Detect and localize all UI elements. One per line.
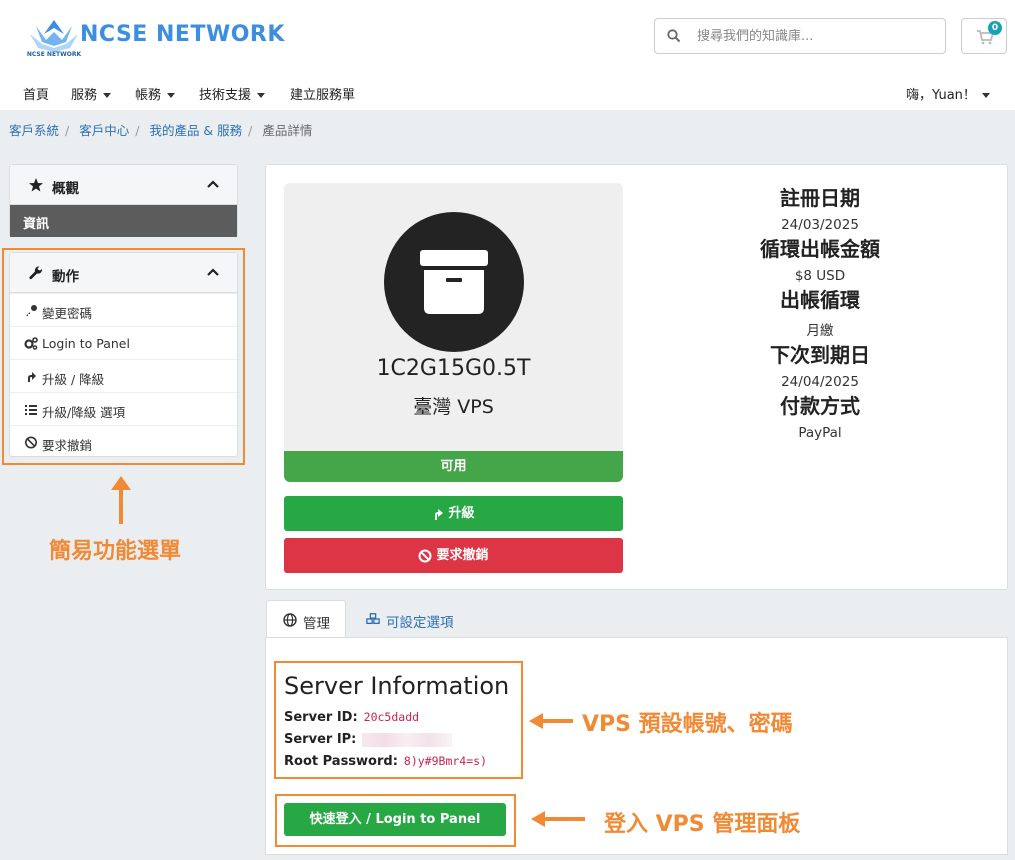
upgrade-button[interactable]: 升級 — [284, 496, 623, 531]
user-menu[interactable]: 嗨，Yuan！ — [906, 84, 990, 103]
tab-manage[interactable]: 管理 — [266, 600, 346, 638]
caret-down-icon — [257, 93, 266, 98]
breadcrumb-products[interactable]: 我的產品 & 服務 — [149, 123, 242, 138]
next-due-value: 24/04/2025 — [781, 374, 859, 390]
overview-header[interactable]: 概觀 — [10, 165, 237, 205]
arrow-left-annotation-icon — [529, 713, 573, 729]
product-name: 1C2G15G0.5T — [376, 356, 531, 381]
recurring-value: $8 USD — [794, 268, 846, 284]
tab-configurable-options[interactable]: 可設定選項 — [352, 600, 482, 638]
breadcrumb-client-system[interactable]: 客戶系統 — [9, 123, 59, 138]
main-nav: 首頁 服務 帳務 技術支援 建立服務單 嗨，Yuan！ — [0, 78, 1015, 108]
nav-item-billing[interactable]: 帳務 — [135, 84, 176, 103]
arrow-up-icon — [435, 508, 444, 520]
annotation-menu: 簡易功能選單 — [49, 539, 182, 564]
logo-text: NCSE NETWORK — [27, 51, 82, 58]
archive-box-icon — [420, 250, 488, 314]
annotation-panel: 登入 VPS 管理面板 — [604, 812, 801, 837]
search-icon — [667, 29, 681, 43]
next-due-label: 下次到期日 — [770, 343, 870, 367]
highlight-box-credentials — [274, 661, 523, 779]
caret-down-icon — [167, 93, 176, 98]
logo-icon[interactable]: NCSE NETWORK — [26, 16, 82, 58]
highlight-box-menu — [2, 248, 245, 465]
cubes-icon — [366, 613, 380, 625]
nav-item-home[interactable]: 首頁 — [23, 84, 49, 103]
highlight-box-login — [275, 794, 516, 847]
cart-button[interactable]: 0 — [961, 18, 1007, 54]
cycle-value: 月繳 — [806, 323, 834, 339]
nav-item-open-ticket[interactable]: 建立服務單 — [290, 84, 355, 103]
cart-count-badge: 0 — [988, 21, 1002, 35]
nav-item-services[interactable]: 服務 — [71, 84, 112, 103]
breadcrumb-client-area[interactable]: 客戶中心 — [79, 123, 129, 138]
recurring-label: 循環出帳金額 — [760, 237, 880, 261]
overview-title: 概觀 — [52, 181, 79, 197]
request-cancellation-button[interactable]: 要求撤銷 — [284, 538, 623, 573]
cycle-label: 出帳循環 — [780, 288, 860, 312]
caret-down-icon — [103, 93, 112, 98]
payment-label: 付款方式 — [780, 394, 860, 418]
site-header: NCSE NETWORK NCSE NETWORK 0 首頁 服務 帳務 技術支… — [0, 0, 1015, 110]
reg-date-label: 註冊日期 — [780, 186, 860, 210]
breadcrumb-current: 產品詳情 — [262, 123, 313, 138]
product-info: 註冊日期 24/03/2025 循環出帳金額 $8 USD 出帳循環 月繳 下次… — [660, 180, 980, 441]
sidebar-item-information[interactable]: 資訊 — [10, 205, 237, 237]
ban-icon — [418, 549, 432, 562]
knowledgebase-search[interactable] — [654, 18, 946, 54]
payment-value: PayPal — [798, 425, 842, 441]
search-input[interactable] — [697, 19, 937, 53]
sidebar-overview-panel: 概觀 資訊 — [9, 164, 238, 237]
arrow-left-annotation-icon — [531, 811, 585, 827]
breadcrumb-bar: 客戶系統 / 客戶中心 / 我的產品 & 服務 / 產品詳情 — [0, 110, 1015, 146]
globe-icon — [283, 613, 297, 627]
caret-down-icon — [981, 93, 990, 98]
star-icon — [29, 178, 43, 192]
arrow-up-annotation-icon — [111, 476, 131, 524]
nav-item-support[interactable]: 技術支援 — [199, 84, 266, 103]
breadcrumb: 客戶系統 / 客戶中心 / 我的產品 & 服務 / 產品詳情 — [9, 123, 313, 138]
chevron-up-icon[interactable] — [207, 180, 219, 188]
status-badge: 可用 — [284, 451, 623, 482]
brand-name[interactable]: NCSE NETWORK — [80, 22, 285, 47]
annotation-credentials: VPS 預設帳號、密碼 — [582, 712, 793, 737]
product-icon-circle — [384, 212, 524, 352]
product-type: 臺灣 VPS — [413, 396, 494, 418]
reg-date-value: 24/03/2025 — [781, 217, 859, 233]
